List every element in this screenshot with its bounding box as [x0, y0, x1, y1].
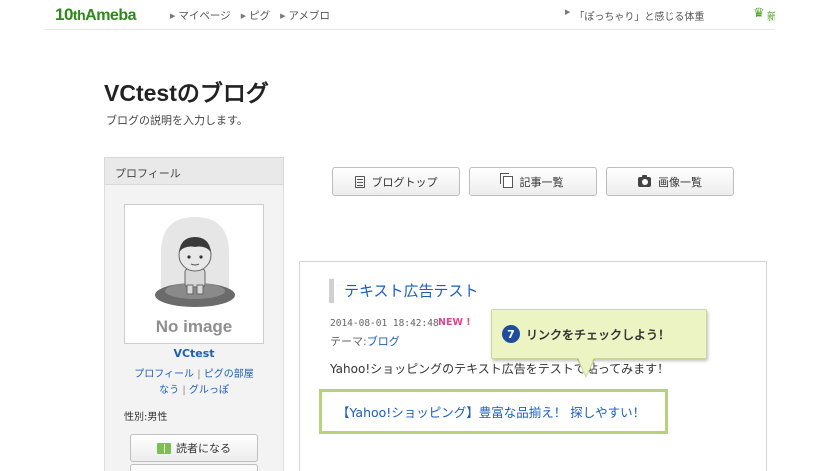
ameba-logo[interactable]: 10thAmeba — [55, 5, 136, 25]
profile-heading: プロフィール — [104, 157, 284, 185]
entry-list-button[interactable]: 記事一覧 — [469, 167, 597, 196]
image-list-button[interactable]: 画像一覧 — [606, 167, 734, 196]
top-news-link[interactable]: ▶ 「ぽっちゃり」と感じる体重 — [565, 8, 704, 23]
logo-ameba: Ameba — [85, 7, 136, 24]
copy-icon — [499, 172, 513, 188]
callout-tail — [578, 358, 594, 376]
triangle-right-icon: ▶ — [240, 11, 247, 20]
nav-mypage[interactable]: ▶ マイページ — [170, 8, 231, 23]
book-icon — [157, 442, 171, 454]
logo-th: th — [72, 7, 86, 23]
document-icon — [354, 175, 365, 188]
profile-gender: 性別:男性 — [124, 412, 168, 423]
top-nav: ▶ マイページ ▶ ピグ ▶ アメブロ — [170, 8, 330, 23]
pigg-room-link[interactable]: ピグの部屋 — [204, 369, 254, 380]
triangle-right-icon: ▶ — [170, 11, 176, 20]
blog-description: ブログの説明を入力します。 — [106, 114, 248, 127]
profile-link[interactable]: プロフィール — [134, 369, 194, 380]
new-badge: NEW ! — [438, 317, 471, 328]
article-date: 2014-08-01 18:42:48 — [330, 318, 439, 329]
top-bar: 10thAmeba ▶ マイページ ▶ ピグ ▶ アメブロ ▶ 「ぽっちゃり」と感じる体… — [45, 0, 775, 30]
avatar[interactable]: No image — [124, 204, 264, 344]
text-ad-link[interactable]: 【Yahoo!ショッピング】豊富な品揃え！ 探しやすい！ — [337, 402, 645, 421]
article-title[interactable]: テキスト広告テスト — [329, 279, 479, 303]
step-number-badge: 7 — [502, 325, 520, 343]
theme-link[interactable]: ブログ — [367, 335, 400, 348]
profile-nickname[interactable]: VCtest — [124, 347, 264, 360]
profile-links: プロフィール | ピグの部屋 なう | グルっぽ — [134, 369, 254, 396]
nav-ameblo[interactable]: ▶ アメブロ — [280, 8, 330, 23]
nav-pigg[interactable]: ▶ ピグ — [241, 8, 270, 23]
instruction-callout: 7 リンクをチェックしよう！ — [491, 309, 707, 359]
next-sidebar-button[interactable] — [130, 464, 258, 471]
crown-label[interactable]: 新 — [767, 8, 775, 23]
camera-icon — [638, 174, 651, 187]
callout-text: リンクをチェックしよう！ — [526, 327, 671, 342]
become-reader-button[interactable]: 読者になる — [130, 434, 258, 462]
triangle-right-icon: ▶ — [565, 8, 571, 16]
now-link[interactable]: なう — [159, 385, 179, 396]
logo-ten: 10 — [55, 5, 73, 24]
blog-top-button[interactable]: ブログトップ — [332, 167, 460, 196]
blog-title[interactable]: VCtestのブログ — [104, 74, 269, 108]
article-theme: テーマ:ブログ — [330, 335, 400, 348]
no-image-label: No image — [155, 317, 233, 336]
group-link[interactable]: グルっぽ — [189, 385, 229, 396]
crown-icon[interactable]: ♛ — [753, 6, 765, 21]
triangle-right-icon: ▶ — [280, 11, 286, 20]
article-body: Yahoo!ショッピングのテキスト広告をテストで貼ってみます！ — [330, 362, 670, 376]
